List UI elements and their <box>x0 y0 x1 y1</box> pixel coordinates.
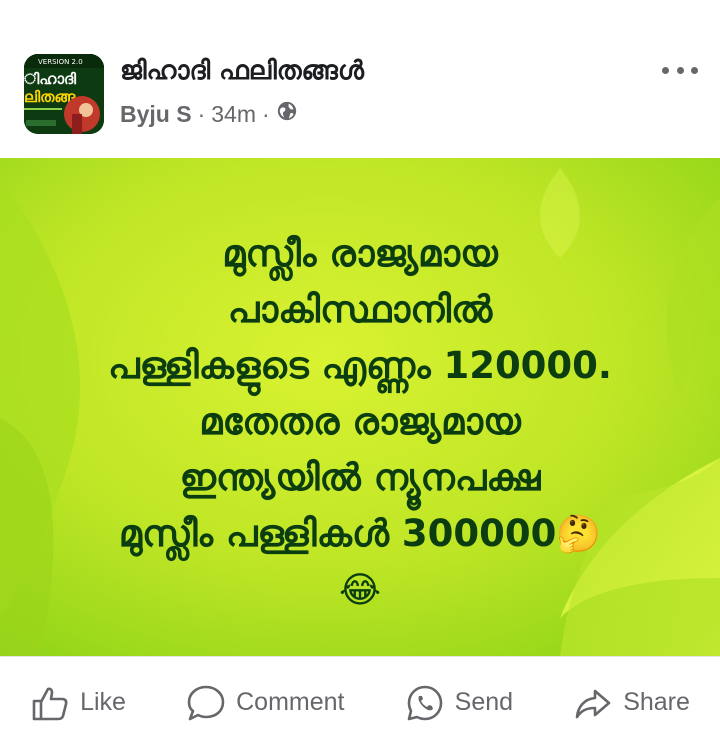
post-text-line: മുസ്ലീം രാജ്യമായ <box>222 232 498 275</box>
send-button[interactable]: Send <box>405 683 513 723</box>
share-label: Share <box>623 688 690 716</box>
globe-icon <box>276 100 298 128</box>
post-text-line-with-emoji: മുസ്ലീം പള്ളികൾ 300000🤔 <box>0 506 720 563</box>
post-text: മുസ്ലീം രാജ്യമായ പാകിസ്ഥാനിൽ പള്ളികളുടെ … <box>0 226 720 619</box>
post-text-line: പള്ളികളുടെ എണ്ണം 120000. <box>108 344 612 387</box>
post-text-line: പാകിസ്ഥാനിൽ <box>227 288 493 331</box>
post-time[interactable]: 34m <box>211 101 256 128</box>
avatar-title-line1: ിഹാദി <box>24 70 77 88</box>
post-meta: Byju S · 34m · <box>120 100 298 128</box>
laughing-face-icon: 😂 <box>338 570 382 611</box>
meta-separator: · <box>197 100 206 127</box>
whatsapp-icon <box>407 685 442 720</box>
share-button[interactable]: Share <box>573 683 690 723</box>
post-text-line: മതേതര രാജ്യമായ <box>199 400 521 443</box>
share-arrow-icon <box>575 689 611 718</box>
comment-button[interactable]: Comment <box>186 683 344 723</box>
comment-label: Comment <box>236 688 345 716</box>
send-label: Send <box>454 688 514 716</box>
more-options-icon[interactable] <box>662 58 698 82</box>
group-avatar[interactable]: VERSION 2.0 ിഹാദി ലിതങ്ങ <box>24 54 104 134</box>
post-image[interactable]: മുസ്ലീം രാജ്യമായ പാകിസ്ഥാനിൽ പള്ളികളുടെ … <box>0 158 720 656</box>
thinking-face-icon: 🤔 <box>556 514 602 555</box>
post-text-line: മുസ്ലീം പള്ളികൾ 300000 <box>118 512 557 555</box>
comment-bubble-icon <box>187 685 225 720</box>
action-bar: Like Comment Send Share <box>0 656 720 748</box>
post-header: VERSION 2.0 ിഹാദി ലിതങ്ങ ജിഹാദി ഫലിതങ്ങൾ… <box>0 0 720 158</box>
like-button[interactable]: Like <box>30 683 126 723</box>
group-name[interactable]: ജിഹാദി ഫലിതങ്ങൾ <box>120 56 364 87</box>
author-name[interactable]: Byju S <box>120 101 192 128</box>
post-text-line: ഇന്ത്യയിൽ ന്യൂനപക്ഷ <box>179 456 541 499</box>
thumbs-up-icon <box>32 687 68 720</box>
meta-separator: · <box>262 100 270 127</box>
avatar-badge-text: VERSION 2.0 <box>38 58 83 66</box>
like-label: Like <box>80 688 126 716</box>
